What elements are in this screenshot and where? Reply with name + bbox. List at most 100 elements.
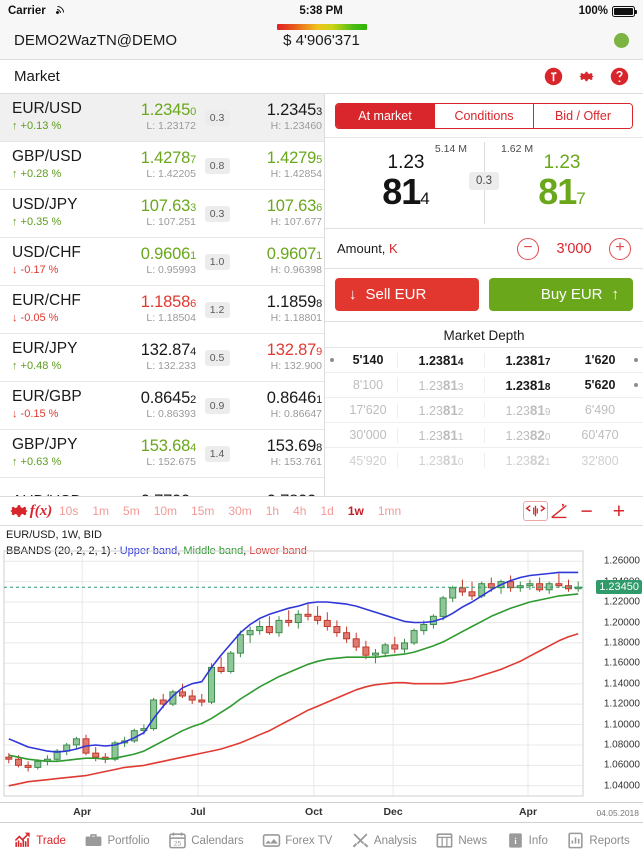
tab-trade[interactable]: Trade <box>13 831 66 850</box>
depth-ask-price[interactable]: 1.23820 <box>484 428 571 443</box>
y-axis-tick: 1.06000 <box>604 760 640 771</box>
page-title: Market <box>14 68 60 85</box>
quote-ask-cell[interactable]: 0.78001 <box>234 492 325 496</box>
quote-row-usdchf[interactable]: USD/CHF ↓ -0.17 % 0.96061 L: 0.95993 1.0… <box>0 238 324 286</box>
timeframe-10s[interactable]: 10s <box>52 504 85 518</box>
tab-conditions[interactable]: Conditions <box>435 104 534 128</box>
quote-ask-cell[interactable]: 1.18598 H: 1.18801 <box>234 293 325 327</box>
timeframe-1h[interactable]: 1h <box>259 504 286 518</box>
quote-ask-cell[interactable]: 1.23453 H: 1.23460 <box>234 101 325 135</box>
amount-unit[interactable]: K <box>389 241 398 256</box>
amount-decrement-button[interactable]: − <box>517 238 539 260</box>
depth-ask-price[interactable]: 1.23818 <box>484 378 571 393</box>
timeframe-30m[interactable]: 30m <box>221 504 258 518</box>
quote-bid-cell[interactable]: 1.23450 L: 1.23172 <box>108 101 200 135</box>
quote-row-gbpjpy[interactable]: GBP/JPY ↑ +0.63 % 153.684 L: 152.675 1.4… <box>0 430 324 478</box>
quote-row-usdjpy[interactable]: USD/JPY ↑ +0.35 % 107.633 L: 107.251 0.3… <box>0 190 324 238</box>
gear-icon[interactable] <box>577 67 596 86</box>
depth-ask-price[interactable]: 1.23821 <box>484 453 571 468</box>
depth-bid-price[interactable]: 1.23813 <box>397 378 484 393</box>
quote-bid-cell[interactable]: 0.96061 L: 0.95993 <box>108 245 200 279</box>
timeframe-1m[interactable]: 1m <box>85 504 116 518</box>
quote-bid-cell[interactable]: 132.874 L: 132.233 <box>108 341 200 375</box>
indicators-function-icon[interactable]: f(x) <box>30 500 52 522</box>
quote-bid-cell[interactable]: 0.86452 L: 0.86393 <box>108 389 200 423</box>
chart-x-axis: AprJulOctDecApr 04.05.2018 <box>0 802 643 822</box>
depth-ask-price[interactable]: 1.23819 <box>484 403 571 418</box>
tab-label: News <box>458 835 487 847</box>
ask-price-block[interactable]: 1.23 817 <box>507 153 617 210</box>
quote-bid-price: 153.684 <box>108 437 196 455</box>
tab-info[interactable]: Info <box>506 831 548 850</box>
quote-bid-cell[interactable]: 1.18586 L: 1.18504 <box>108 293 200 327</box>
timeframe-1mn[interactable]: 1mn <box>371 504 408 518</box>
timeframe-1w[interactable]: 1w <box>341 504 371 518</box>
tab-calendars[interactable]: 25 Calendars <box>168 831 243 850</box>
tab-at-market[interactable]: At market <box>336 104 435 128</box>
tab-reports[interactable]: Reports <box>566 831 629 850</box>
settings-gear-icon[interactable] <box>8 500 30 522</box>
tab-portfolio[interactable]: Portfolio <box>84 831 149 850</box>
quote-bid-cell[interactable]: 1.42787 L: 1.42205 <box>108 149 200 183</box>
tab-label: Analysis <box>374 835 417 847</box>
depth-bid-price[interactable]: 1.23811 <box>397 428 484 443</box>
quote-spread: 0.9 <box>200 398 234 414</box>
account-name[interactable]: DEMO2WazTN@DEMO <box>14 32 177 49</box>
amount-stepper[interactable]: − 3'000 + <box>517 238 631 260</box>
amount-value[interactable]: 3'000 <box>551 241 597 257</box>
tab-forex-tv[interactable]: Forex TV <box>262 831 332 850</box>
depth-bid-price[interactable]: 1.23812 <box>397 403 484 418</box>
quote-row-gbpusd[interactable]: GBP/USD ↑ +0.28 % 1.42787 L: 1.42205 0.8… <box>0 142 324 190</box>
quote-ask-price: 1.42795 <box>234 149 322 167</box>
quote-symbol: EUR/USD ↑ +0.13 % <box>12 100 108 134</box>
order-type-segmented-control[interactable]: At market Conditions Bid / Offer <box>335 103 633 129</box>
timeframe-4h[interactable]: 4h <box>286 504 313 518</box>
depth-ask-price[interactable]: 1.23817 <box>484 353 571 368</box>
tab-news[interactable]: News <box>435 831 487 850</box>
quote-ask-cell[interactable]: 132.879 H: 132.900 <box>234 341 325 375</box>
table-row[interactable]: 8'100 1.23813 1.23818 5'620 <box>325 373 643 398</box>
brand-logo-icon[interactable] <box>544 67 563 86</box>
quote-ask-cell[interactable]: 1.42795 H: 1.42854 <box>234 149 325 183</box>
quote-bid-cell[interactable]: 153.684 L: 152.675 <box>108 437 200 471</box>
sell-button[interactable]: ↓ Sell EUR <box>335 278 479 311</box>
depth-bid-price[interactable]: 1.23814 <box>397 353 484 368</box>
quote-row-eurusd[interactable]: EUR/USD ↑ +0.13 % 1.23450 L: 1.23172 0.3… <box>0 94 324 142</box>
amount-increment-button[interactable]: + <box>609 238 631 260</box>
quote-ask-cell[interactable]: 153.698 H: 153.761 <box>234 437 325 471</box>
zoom-in-button[interactable]: + <box>603 501 635 522</box>
price-chart[interactable]: EUR/USD, 1W, BID BBANDS (20, 2, 2, 1) : … <box>0 526 643 822</box>
draw-trendline-icon[interactable] <box>548 500 570 522</box>
connection-status-dot <box>614 33 629 48</box>
buy-button[interactable]: Buy EUR ↑ <box>489 278 633 311</box>
quote-ask-cell[interactable]: 107.636 H: 107.677 <box>234 197 325 231</box>
quote-bid-cell[interactable]: 107.633 L: 107.251 <box>108 197 200 231</box>
quote-bid-cell[interactable]: 0.77993 <box>108 492 200 496</box>
tab-analysis[interactable]: Analysis <box>351 831 417 850</box>
tab-bid-offer[interactable]: Bid / Offer <box>534 104 632 128</box>
quote-row-eurjpy[interactable]: EUR/JPY ↑ +0.48 % 132.874 L: 132.233 0.5… <box>0 334 324 382</box>
quotes-list[interactable]: EUR/USD ↑ +0.13 % 1.23450 L: 1.23172 0.3… <box>0 94 325 496</box>
bid-price-block[interactable]: 1.23 814 <box>351 153 461 210</box>
quote-row-eurchf[interactable]: EUR/CHF ↓ -0.05 % 1.18586 L: 1.18504 1.2… <box>0 286 324 334</box>
table-row[interactable]: 17'620 1.23812 1.23819 6'490 <box>325 398 643 423</box>
depth-bid-price[interactable]: 1.23810 <box>397 453 484 468</box>
table-row[interactable]: 45'920 1.23810 1.23821 32'800 <box>325 448 643 473</box>
zoom-out-button[interactable]: − <box>570 501 602 522</box>
quote-ask-cell[interactable]: 0.96071 H: 0.96398 <box>234 245 325 279</box>
timeframe-5m[interactable]: 5m <box>116 504 147 518</box>
timeframe-1d[interactable]: 1d <box>313 504 340 518</box>
quote-high: H: 0.86647 <box>234 407 322 423</box>
help-icon[interactable] <box>610 67 629 86</box>
table-row[interactable]: 30'000 1.23811 1.23820 60'470 <box>325 423 643 448</box>
quote-row-eurgbp[interactable]: EUR/GBP ↓ -0.15 % 0.86452 L: 0.86393 0.9… <box>0 382 324 430</box>
quote-ask-cell[interactable]: 0.86461 H: 0.86647 <box>234 389 325 423</box>
timeframe-10m[interactable]: 10m <box>147 504 184 518</box>
quote-row-audusd[interactable]: AUD/USD 0.77993 0.78001 <box>0 478 324 496</box>
fit-chart-icon[interactable] <box>523 501 548 521</box>
timeframe-15m[interactable]: 15m <box>184 504 221 518</box>
depth-left-marker <box>325 358 339 362</box>
market-header: Market <box>0 60 643 94</box>
x-axis-tick: Jul <box>190 806 205 818</box>
table-row[interactable]: 5'140 1.23814 1.23817 1'620 <box>325 348 643 373</box>
